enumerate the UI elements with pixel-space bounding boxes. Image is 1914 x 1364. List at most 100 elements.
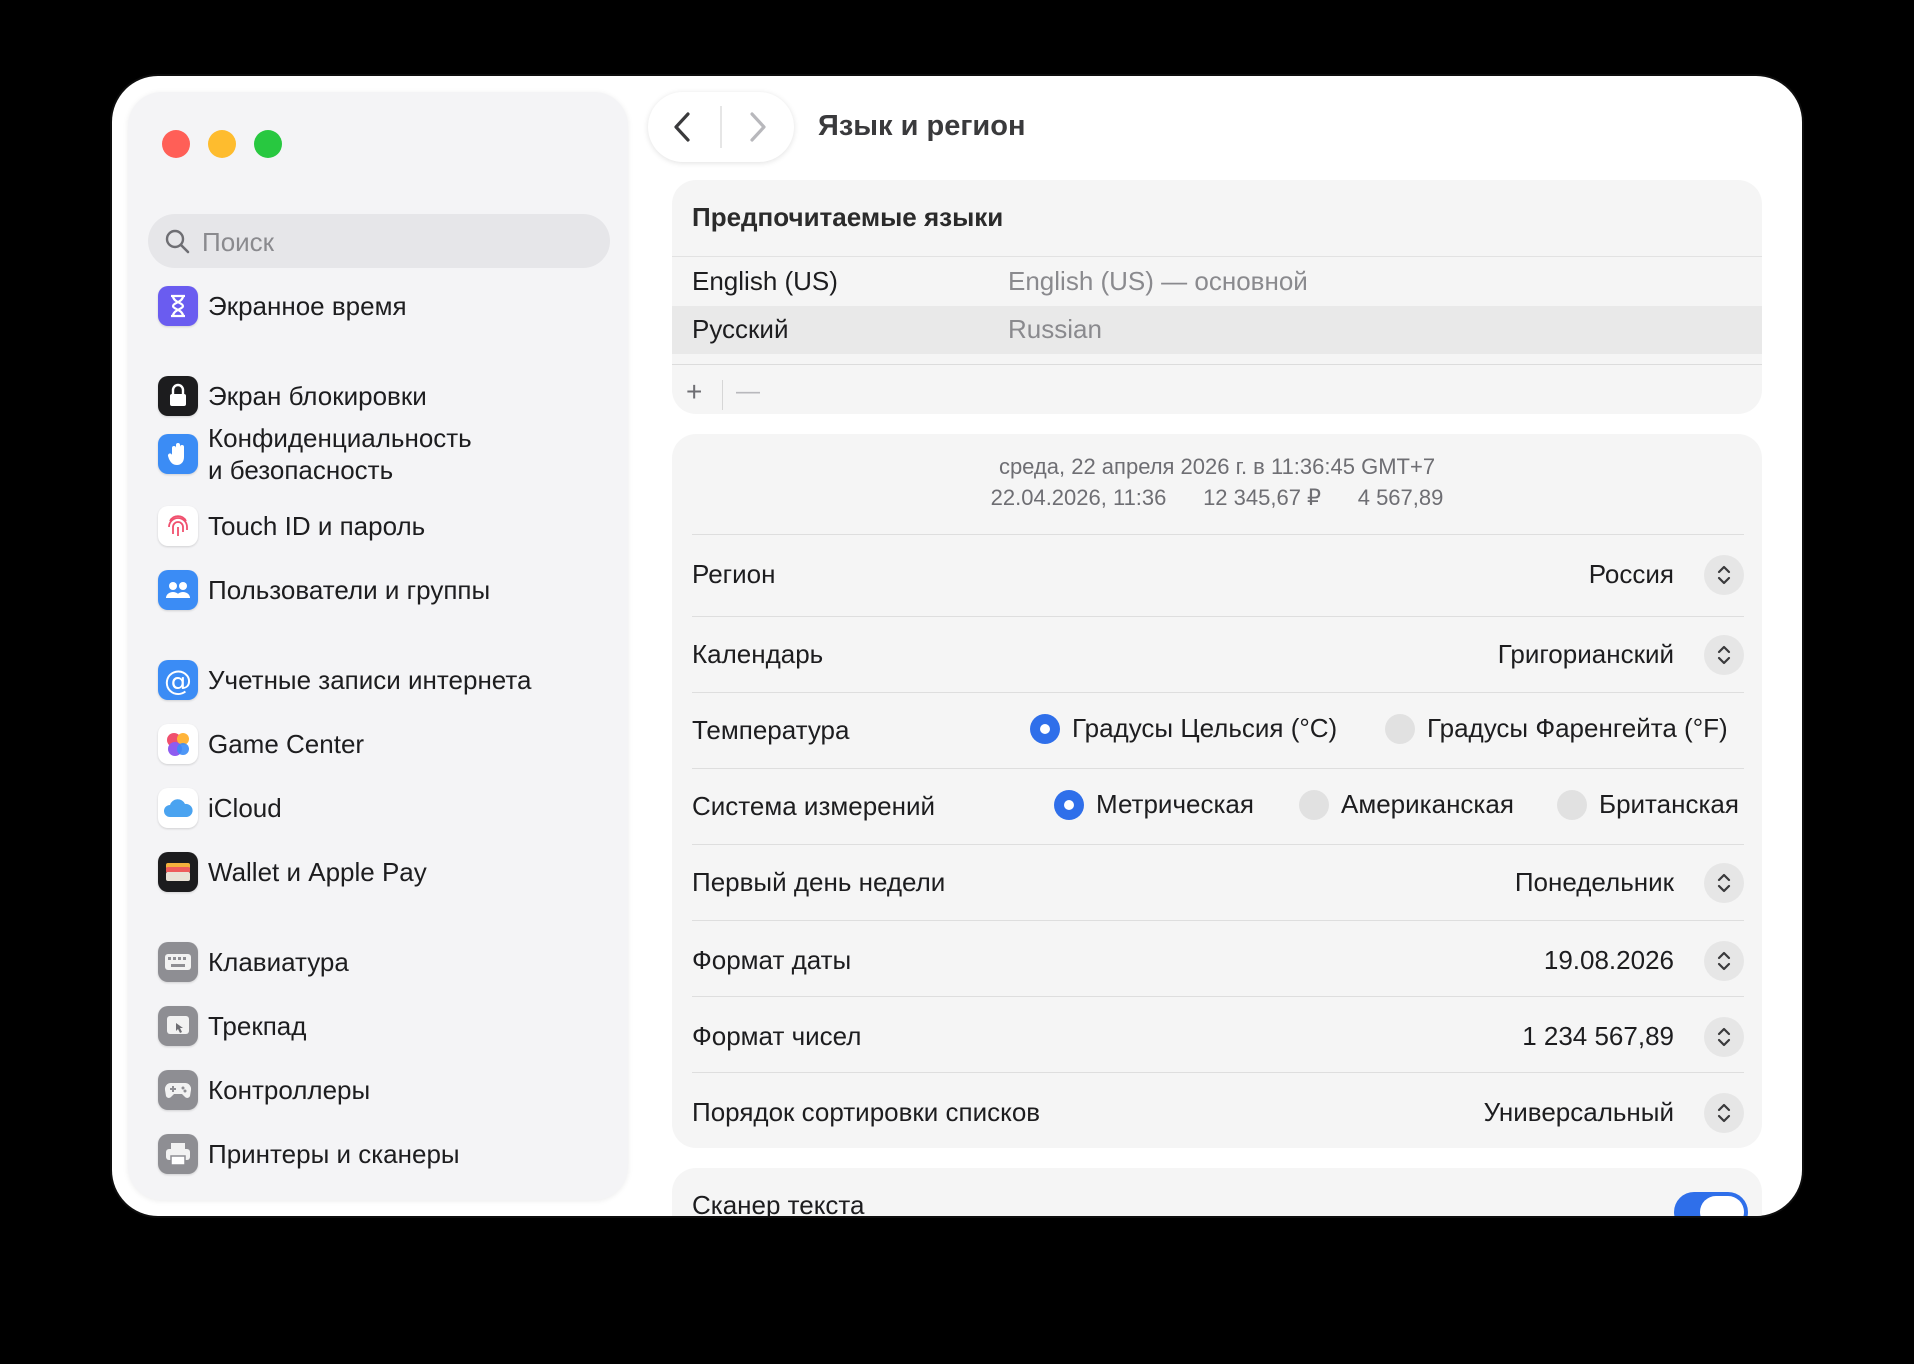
- language-name: Русский: [692, 314, 789, 344]
- calendar-row: Календарь Григорианский: [692, 616, 1744, 693]
- minimize-button[interactable]: [208, 130, 236, 158]
- sidebar-item-label: Конфиденциальность и безопасность: [208, 423, 472, 485]
- number-format-row: Формат чисел 1 234 567,89: [692, 996, 1744, 1073]
- sort-order-stepper[interactable]: [1704, 1093, 1744, 1133]
- region-stepper[interactable]: [1704, 555, 1744, 595]
- chevron-up-down-icon: [1717, 1027, 1731, 1047]
- language-name: English (US): [692, 266, 838, 296]
- radio-unselected-icon: [1557, 789, 1587, 820]
- search-input[interactable]: Поиск: [148, 214, 610, 268]
- region-settings-card: среда, 22 апреля 2026 г. в 11:36:45 GMT+…: [672, 434, 1762, 1148]
- date-format-row: Формат даты 19.08.2026: [692, 920, 1744, 997]
- temperature-fahrenheit-radio[interactable]: Градусы Фаренгейта (°F): [1385, 713, 1728, 744]
- calendar-value[interactable]: Григорианский: [1498, 639, 1674, 670]
- calendar-stepper[interactable]: [1704, 635, 1744, 675]
- sidebar-item-label: Трекпад: [208, 1011, 307, 1041]
- sidebar-item-printers[interactable]: Принтеры и сканеры: [158, 1132, 460, 1176]
- chevron-left-icon: [674, 112, 690, 142]
- measurement-row: Система измерений Метрическая Американск…: [692, 768, 1744, 845]
- sidebar-item-internet-accounts[interactable]: @ Учетные записи интернета: [158, 658, 531, 702]
- keyboard-icon: [158, 942, 198, 982]
- language-row[interactable]: Русский Russian: [672, 306, 1762, 354]
- fingerprint-icon: [158, 506, 198, 546]
- measurement-us-radio[interactable]: Американская: [1299, 789, 1514, 820]
- sidebar-item-label: Клавиатура: [208, 947, 349, 977]
- zoom-button[interactable]: [254, 130, 282, 158]
- sidebar-item-label: Пользователи и группы: [208, 575, 491, 605]
- language-row[interactable]: English (US) English (US) — основной: [672, 258, 1762, 306]
- hourglass-icon: [158, 286, 198, 326]
- chevron-right-icon: [750, 112, 766, 142]
- game-center-icon: [158, 724, 198, 764]
- sidebar-item-label: Принтеры и сканеры: [208, 1139, 460, 1169]
- measurement-label: Система измерений: [692, 791, 936, 821]
- toolbar-divider: [672, 364, 1762, 365]
- sidebar-item-lock-screen[interactable]: Экран блокировки: [158, 374, 427, 418]
- remove-language-button[interactable]: —: [736, 378, 760, 406]
- sidebar-item-touch-id[interactable]: Touch ID и пароль: [158, 504, 425, 548]
- sidebar-item-privacy[interactable]: Конфиденциальность и безопасность: [158, 418, 472, 490]
- forward-button[interactable]: [722, 92, 794, 162]
- radio-unselected-icon: [1299, 789, 1329, 820]
- temperature-celsius-radio[interactable]: Градусы Цельсия (°C): [1030, 713, 1337, 744]
- temperature-label: Температура: [692, 715, 850, 745]
- measurement-uk-radio[interactable]: Британская: [1557, 789, 1739, 820]
- first-day-value[interactable]: Понедельник: [1515, 867, 1674, 898]
- sidebar-item-trackpad[interactable]: Трекпад: [158, 1004, 306, 1048]
- sidebar-item-controllers[interactable]: Контроллеры: [158, 1068, 370, 1112]
- radio-selected-icon: [1030, 713, 1060, 744]
- date-format-label: Формат даты: [692, 945, 852, 975]
- sort-order-label: Порядок сортировки списков: [692, 1097, 1041, 1127]
- sidebar-item-wallet[interactable]: Wallet и Apple Pay: [158, 850, 427, 894]
- sidebar-item-label: Wallet и Apple Pay: [208, 857, 427, 887]
- radio-label: Американская: [1341, 789, 1514, 819]
- measurement-metric-radio[interactable]: Метрическая: [1054, 789, 1254, 820]
- sidebar: Поиск Экранное время Экран блокировки Ко…: [128, 92, 628, 1200]
- calendar-label: Календарь: [692, 639, 824, 669]
- number-format-value[interactable]: 1 234 567,89: [1522, 1021, 1674, 1052]
- date-format-value[interactable]: 19.08.2026: [1544, 945, 1674, 976]
- sidebar-item-label: Game Center: [208, 729, 365, 759]
- region-value[interactable]: Россия: [1589, 559, 1674, 590]
- language-detail: English (US) — основной: [1008, 266, 1308, 296]
- text-scanner-card: Сканер текста: [672, 1168, 1762, 1216]
- sidebar-item-game-center[interactable]: Game Center: [158, 722, 364, 766]
- lock-screen-icon: [158, 376, 198, 416]
- trackpad-icon: [158, 1006, 198, 1046]
- sort-order-row: Порядок сортировки списков Универсальный: [692, 1072, 1744, 1149]
- search-placeholder: Поиск: [202, 227, 275, 257]
- back-button[interactable]: [648, 92, 720, 162]
- sidebar-item-users[interactable]: Пользователи и группы: [158, 568, 490, 612]
- preferred-languages-heading: Предпочитаемые языки: [692, 202, 1004, 232]
- radio-label: Метрическая: [1096, 789, 1254, 819]
- sidebar-item-keyboard[interactable]: Клавиатура: [158, 940, 349, 984]
- text-scanner-toggle[interactable]: [1674, 1192, 1748, 1216]
- number-format-stepper[interactable]: [1704, 1017, 1744, 1057]
- number-format-label: Формат чисел: [692, 1021, 862, 1051]
- sidebar-item-label: Контроллеры: [208, 1075, 371, 1105]
- hand-icon: [158, 434, 198, 474]
- sidebar-item-label: Учетные записи интернета: [208, 665, 532, 695]
- first-day-stepper[interactable]: [1704, 863, 1744, 903]
- add-language-button[interactable]: +: [686, 376, 702, 408]
- close-button[interactable]: [162, 130, 190, 158]
- printer-icon: [158, 1134, 198, 1174]
- navigation-buttons: [648, 92, 794, 162]
- chevron-up-down-icon: [1717, 565, 1731, 585]
- sidebar-item-screen-time[interactable]: Экранное время: [158, 284, 407, 328]
- users-icon: [158, 570, 198, 610]
- radio-selected-icon: [1054, 789, 1084, 820]
- sidebar-item-label: Экранное время: [208, 291, 407, 321]
- divider: [672, 256, 1762, 257]
- wallet-icon: [158, 852, 198, 892]
- gamepad-icon: [158, 1070, 198, 1110]
- radio-unselected-icon: [1385, 713, 1415, 744]
- chevron-up-down-icon: [1717, 873, 1731, 893]
- date-format-stepper[interactable]: [1704, 941, 1744, 981]
- region-row: Регион Россия: [692, 534, 1744, 617]
- preferred-languages-card: Предпочитаемые языки English (US) Englis…: [672, 180, 1762, 414]
- temperature-row: Температура Градусы Цельсия (°C) Градусы…: [692, 692, 1744, 769]
- sort-order-value[interactable]: Универсальный: [1484, 1097, 1674, 1128]
- sidebar-item-label: iCloud: [208, 793, 282, 823]
- sidebar-item-icloud[interactable]: iCloud: [158, 786, 282, 830]
